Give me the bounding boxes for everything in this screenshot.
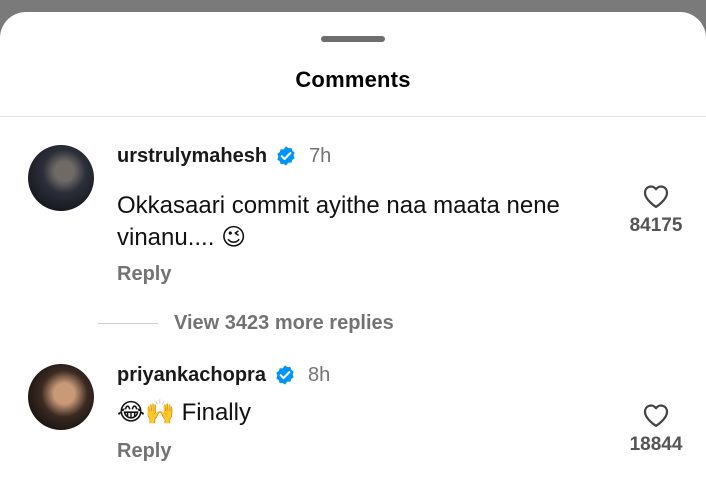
like-count: 18844: [629, 434, 683, 455]
avatar[interactable]: [28, 364, 94, 430]
header-divider: [0, 116, 706, 117]
comment-text: 😂🙌 Finally: [117, 397, 597, 429]
heart-outline-icon[interactable]: [641, 400, 671, 428]
username[interactable]: urstrulymahesh: [117, 145, 267, 168]
timestamp: 8h: [307, 363, 331, 386]
like-control: 18844: [620, 400, 692, 456]
comment-text-part: Finally: [181, 399, 251, 426]
username[interactable]: priyankachopra: [117, 364, 266, 387]
comment-text-part: vinanu....: [117, 224, 215, 251]
comment-header: priyankachopra 8h: [117, 362, 330, 388]
comment-text: Okkasaari commit ayithe naa maata nene v…: [117, 190, 597, 254]
comment-header: urstrulymahesh 7h: [117, 143, 331, 169]
sheet-title: Comments: [295, 67, 411, 92]
like-count: 84175: [629, 215, 683, 236]
laugh-hands-emoji: 😂🙌: [117, 399, 175, 426]
view-replies-label[interactable]: View 3423 more replies: [174, 312, 394, 335]
view-replies[interactable]: View 3423 more replies: [98, 312, 394, 335]
avatar[interactable]: [28, 145, 94, 211]
timestamp: 7h: [309, 144, 332, 167]
comments-sheet: Comments urstrulymahesh 7h Okkasaari com…: [0, 12, 706, 482]
comment-text-line: Okkasaari commit ayithe naa maata nene: [117, 192, 560, 219]
verified-badge-icon: [276, 365, 294, 385]
drag-handle[interactable]: [321, 36, 385, 42]
verified-badge-icon: [277, 146, 295, 166]
reply-button[interactable]: Reply: [117, 440, 171, 463]
reply-button[interactable]: Reply: [117, 263, 171, 286]
comment-text-line: vinanu.... 😉: [117, 222, 597, 254]
like-control: 84175: [620, 181, 692, 237]
heart-outline-icon[interactable]: [641, 181, 671, 209]
wink-emoji: 😉: [221, 224, 247, 251]
replies-divider-line: [98, 323, 158, 324]
